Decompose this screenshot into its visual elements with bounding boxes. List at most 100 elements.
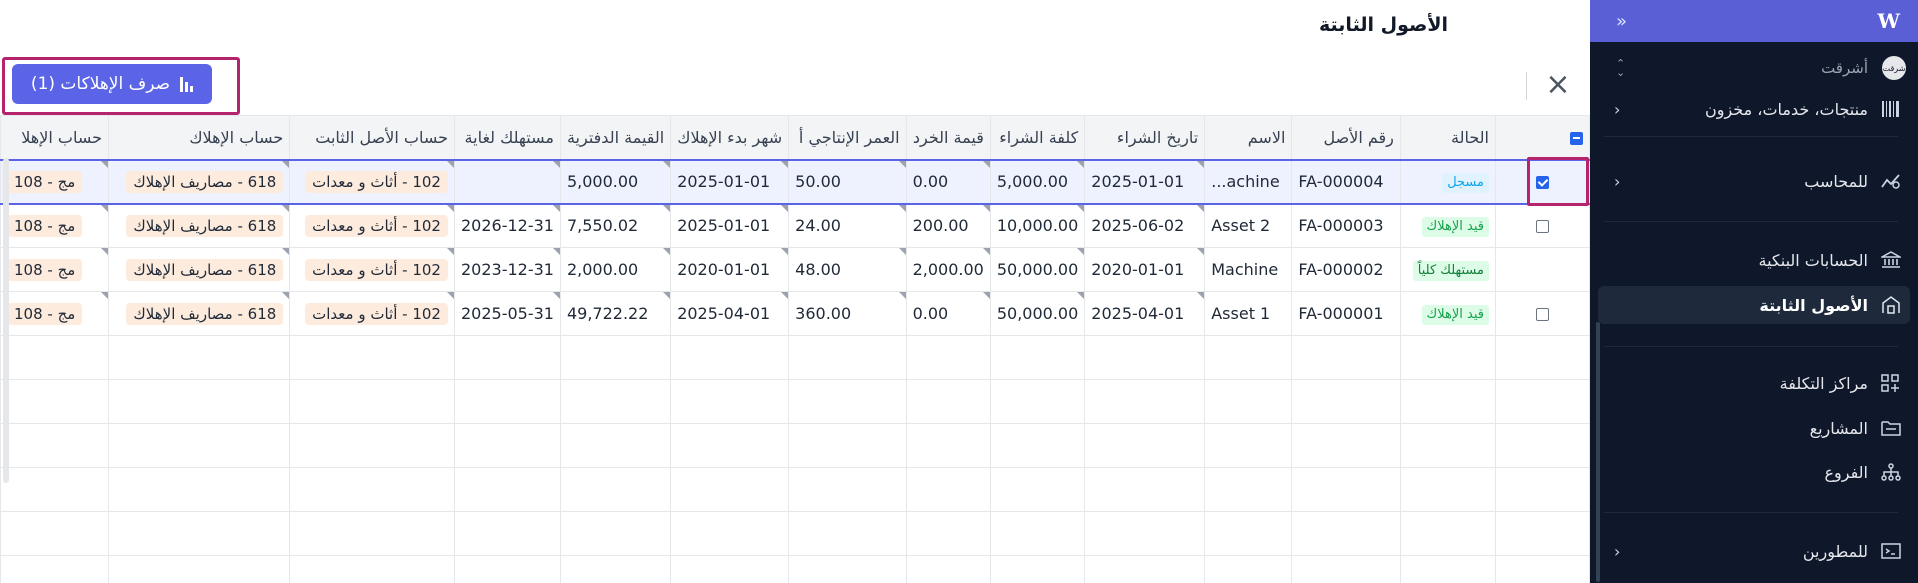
sidebar-item-projects[interactable]: المشاريع [1598,409,1910,447]
cell-cost[interactable]: 10,000.00 [989,203,1086,248]
cell-asset-no[interactable]: FA-000002 [1291,247,1401,292]
cell-useful-life[interactable]: 360.00 [788,291,907,336]
cell-acc-dep-account[interactable]: 108 - مج [0,291,109,336]
cell-dep-account[interactable]: 618 - مصاريف الإهلاك [107,247,291,292]
col-header-cost[interactable]: كلفة الشراء [989,115,1086,160]
status-badge: مسجل [1442,172,1489,193]
cell-dep-start[interactable]: 2020-01-01 [670,247,790,292]
row-select-cell[interactable] [1495,158,1590,205]
col-header-salvage[interactable]: قيمة الخرد [905,115,991,160]
cell-salvage[interactable]: 200.00 [905,203,991,248]
col-header-name[interactable]: الاسم [1204,115,1293,160]
col-header-dep-start[interactable]: شهر بدء الإهلاك [670,115,790,160]
cell-status[interactable]: قيد الإهلاك [1399,203,1497,248]
col-header-purchase-date[interactable]: تاريخ الشراء [1084,115,1206,160]
cell-status[interactable]: قيد الإهلاك [1399,291,1497,336]
cell-dep-start[interactable]: 2025-01-01 [670,203,790,248]
cell-dep-account[interactable]: 618 - مصاريف الإهلاك [107,203,291,248]
cell-salvage[interactable]: 2,000.00 [905,247,991,292]
company-switcher[interactable]: شرقت أشرقت ⌃ ⌄ [1590,42,1918,94]
sidebar-item-accountant[interactable]: للمحاسب ‹ [1598,162,1910,200]
table-row[interactable]: قيد الإهلاك FA-000001 Asset 1 2025-04-01 50,… [0,291,1590,336]
table-row[interactable]: قيد الإهلاك FA-000003 Asset 2 2025-06-02 10,… [0,203,1590,248]
cell-useful-life[interactable]: 24.00 [788,203,907,248]
table-row[interactable]: مستهلك كلياً FA-000002 Machine 2020-01-01 50… [0,247,1590,292]
cell-name[interactable]: Machine [1204,247,1293,292]
cell-purchase-date[interactable]: 2025-01-01 [1084,158,1206,205]
sidebar-item-products[interactable]: منتجات، خدمات، مخزون ‹ [1598,94,1910,128]
row-checkbox[interactable] [1536,308,1549,321]
cell-status[interactable]: مستهلك كلياً [1399,247,1497,292]
cell-depreciated-until[interactable] [453,158,561,205]
col-header-acc-dep-account[interactable]: حساب الإهلا [0,115,109,160]
run-depreciation-button[interactable]: صرف الإهلاكات (1) [12,64,212,104]
row-select-cell[interactable] [1495,291,1590,336]
cell-acc-dep-account[interactable]: 108 - مج [0,158,109,205]
sidebar-item-cost-centers[interactable]: مراكز التكلفة [1598,364,1910,402]
cell-purchase-date[interactable]: 2025-06-02 [1084,203,1206,248]
row-select-cell[interactable] [1495,247,1590,292]
cell-dep-start[interactable]: 2025-01-01 [670,158,790,205]
col-header-status[interactable]: الحالة [1399,115,1497,160]
empty-cell [1204,423,1293,468]
horizontal-scrollbar[interactable] [3,158,9,483]
table-row[interactable]: مسجل FA-000004 ...achine 2025-01-01 5,000.00… [0,158,1590,205]
sidebar-item-bank-accounts[interactable]: الحسابات البنكية [1598,241,1910,279]
cell-asset-no[interactable]: FA-000001 [1291,291,1401,336]
cell-name[interactable]: Asset 1 [1204,291,1293,336]
cell-dep-account[interactable]: 618 - مصاريف الإهلاك [107,158,291,205]
empty-cell [453,379,561,424]
account-pill: 618 - مصاريف الإهلاك [126,214,284,237]
cell-useful-life[interactable]: 50.00 [788,158,907,205]
cell-depreciated-until[interactable]: 2026-12-31 [453,203,561,248]
col-header-useful-life[interactable]: العمر الإنتاجي أ [788,115,907,160]
cell-book-value[interactable]: 7,550.02 [559,203,672,248]
cell-status[interactable]: مسجل [1399,158,1497,205]
close-icon[interactable]: × [1544,68,1572,102]
cell-cost[interactable]: 50,000.00 [989,247,1086,292]
company-avatar: شرقت [1882,56,1906,80]
sidebar-item-fixed-assets[interactable]: الأصول الثابتة [1598,286,1910,324]
cell-name[interactable]: Asset 2 [1204,203,1293,248]
cell-purchase-date[interactable]: 2020-01-01 [1084,247,1206,292]
app-logo[interactable]: W [1878,9,1901,33]
row-checkbox[interactable] [1536,220,1549,234]
empty-cell [0,511,109,556]
cell-acc-dep-account[interactable]: 108 - مج [0,247,109,292]
cell-book-value[interactable]: 49,722.22 [559,291,672,336]
row-checkbox[interactable] [1536,176,1549,189]
col-header-asset-account[interactable]: حساب الأصل الثابت [289,115,455,160]
collapse-sidebar-icon[interactable]: « [1616,11,1627,32]
cell-cost[interactable]: 5,000.00 [989,158,1086,205]
cell-useful-life[interactable]: 48.00 [788,247,907,292]
cell-depreciated-until[interactable]: 2025-05-31 [453,291,561,336]
cell-purchase-date[interactable]: 2025-04-01 [1084,291,1206,336]
sidebar-item-developers[interactable]: للمطورين ‹ [1598,532,1910,570]
cell-depreciated-until[interactable]: 2023-12-31 [453,247,561,292]
col-header-asset-no[interactable]: رقم الأصل [1291,115,1401,160]
cell-salvage[interactable]: 0.00 [905,291,991,336]
cell-book-value[interactable]: 5,000.00 [559,158,672,205]
cell-acc-dep-account[interactable]: 108 - مج [0,203,109,248]
cell-asset-account[interactable]: 102 - أثاث و معدات [289,291,455,336]
select-all-checkbox[interactable] [1570,131,1583,145]
cell-book-value[interactable]: 2,000.00 [559,247,672,292]
sidebar-item-branches[interactable]: الفروع [1598,453,1910,491]
cell-asset-account[interactable]: 102 - أثاث و معدات [289,203,455,248]
cell-name[interactable]: ...achine [1204,158,1293,205]
cell-salvage[interactable]: 0.00 [905,158,991,205]
cell-dep-start[interactable]: 2025-04-01 [670,291,790,336]
empty-cell [1291,423,1401,468]
cell-asset-no[interactable]: FA-000003 [1291,203,1401,248]
cell-asset-no[interactable]: FA-000004 [1291,158,1401,205]
col-header-dep-account[interactable]: حساب الإهلاك [107,115,291,160]
cell-asset-account[interactable]: 102 - أثاث و معدات [289,247,455,292]
row-select-cell[interactable] [1495,203,1590,248]
cell-cost[interactable]: 50,000.00 [989,291,1086,336]
cell-dep-account[interactable]: 618 - مصاريف الإهلاك [107,291,291,336]
select-all-cell[interactable] [1495,115,1590,160]
col-header-depreciated-until[interactable]: مستهلك لغاية [453,115,561,160]
cell-asset-account[interactable]: 102 - أثاث و معدات [289,158,455,205]
col-header-book-value[interactable]: القيمة الدفترية [559,115,672,160]
folder-icon [1880,417,1902,439]
